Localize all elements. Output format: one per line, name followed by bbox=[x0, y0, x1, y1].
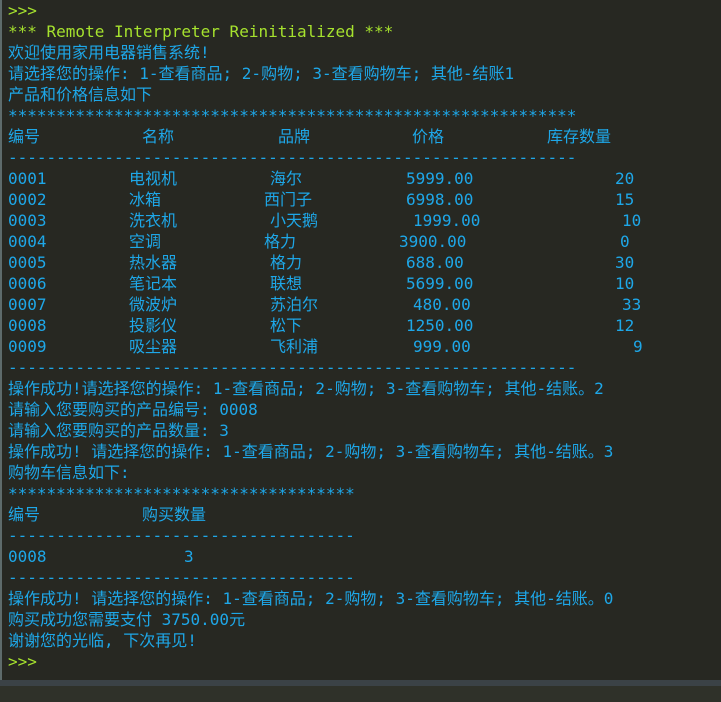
status-text: 操作成功! 请选择您的操作: 1-查看商品; 2-购物; 3-查看购物车; 其他… bbox=[8, 589, 614, 608]
product-stock: 0 bbox=[620, 232, 630, 251]
header-name: 名称 bbox=[142, 127, 175, 146]
cart-id: 0008 bbox=[8, 547, 47, 566]
product-price: 1999.00 bbox=[413, 211, 481, 230]
goodbye-text: 谢谢您的光临, 下次再见! bbox=[8, 631, 197, 650]
product-price: 480.00 bbox=[413, 295, 471, 314]
product-id: 0002 bbox=[8, 190, 47, 209]
product-id: 0005 bbox=[8, 253, 47, 272]
product-price: 999.00 bbox=[413, 337, 471, 356]
product-brand: 海尔 bbox=[270, 169, 303, 188]
product-stock: 33 bbox=[622, 295, 642, 314]
product-price: 6998.00 bbox=[406, 190, 474, 209]
product-id: 0004 bbox=[8, 232, 47, 251]
product-name: 吸尘器 bbox=[129, 337, 178, 356]
console-prompt-end[interactable]: >>> bbox=[8, 651, 37, 672]
product-id: 0006 bbox=[8, 274, 47, 293]
product-price: 688.00 bbox=[406, 253, 464, 272]
product-name: 冰箱 bbox=[129, 190, 162, 209]
horizontal-scrollbar[interactable] bbox=[0, 680, 721, 702]
status-text: 操作成功! 请选择您的操作: 1-查看商品; 2-购物; 3-查看购物车; 其他… bbox=[8, 442, 614, 461]
product-price: 5999.00 bbox=[406, 169, 474, 188]
reinit-banner: *** Remote Interpreter Reinitialized *** bbox=[8, 22, 394, 41]
dash-separator: ------------------------------------ bbox=[8, 568, 355, 587]
product-brand: 格力 bbox=[270, 253, 303, 272]
menu-text: 请选择您的操作: 1-查看商品; 2-购物; 3-查看购物车; 其他-结账1 bbox=[8, 64, 515, 83]
product-brand: 联想 bbox=[270, 274, 303, 293]
product-name: 电视机 bbox=[129, 169, 178, 188]
product-brand: 西门子 bbox=[264, 190, 313, 209]
dash-separator: ------------------------------------ bbox=[8, 526, 355, 545]
stars-separator: ****************************************… bbox=[8, 106, 577, 125]
product-intro: 产品和价格信息如下 bbox=[8, 85, 153, 104]
input-id-text: 请输入您要购买的产品编号: 0008 bbox=[8, 400, 258, 419]
welcome-text: 欢迎使用家用电器销售系统! bbox=[8, 43, 210, 62]
product-stock: 12 bbox=[615, 316, 635, 335]
dash-separator: ----------------------------------------… bbox=[8, 358, 577, 377]
product-name: 笔记本 bbox=[129, 274, 178, 293]
product-stock: 10 bbox=[615, 274, 635, 293]
cart-header-qty: 购买数量 bbox=[142, 505, 207, 524]
product-name: 空调 bbox=[129, 232, 162, 251]
product-id: 0007 bbox=[8, 295, 47, 314]
header-price: 价格 bbox=[412, 127, 445, 146]
stars-separator: ************************************ bbox=[8, 484, 355, 503]
product-price: 5699.00 bbox=[406, 274, 474, 293]
console-prompt: >>> bbox=[8, 1, 37, 20]
cart-header-id: 编号 bbox=[8, 505, 41, 524]
product-brand: 小天鹅 bbox=[270, 211, 319, 230]
product-name: 投影仪 bbox=[129, 316, 178, 335]
header-brand: 品牌 bbox=[278, 127, 311, 146]
product-price: 3900.00 bbox=[399, 232, 467, 251]
payment-text: 购买成功您需要支付 3750.00元 bbox=[8, 610, 246, 629]
product-stock: 20 bbox=[615, 169, 635, 188]
product-name: 洗衣机 bbox=[129, 211, 178, 230]
product-price: 1250.00 bbox=[406, 316, 474, 335]
product-brand: 松下 bbox=[270, 316, 303, 335]
product-brand: 飞利浦 bbox=[270, 337, 319, 356]
input-qty-text: 请输入您要购买的产品数量: 3 bbox=[8, 421, 229, 440]
console-output[interactable]: >>> *** Remote Interpreter Reinitialized… bbox=[0, 0, 721, 680]
product-id: 0001 bbox=[8, 169, 47, 188]
product-name: 微波炉 bbox=[129, 295, 178, 314]
cart-intro: 购物车信息如下: bbox=[8, 463, 130, 482]
product-name: 热水器 bbox=[129, 253, 178, 272]
product-id: 0008 bbox=[8, 316, 47, 335]
product-brand: 格力 bbox=[264, 232, 297, 251]
product-stock: 15 bbox=[615, 190, 635, 209]
status-text: 操作成功!请选择您的操作: 1-查看商品; 2-购物; 3-查看购物车; 其他-… bbox=[8, 379, 604, 398]
header-id: 编号 bbox=[8, 127, 41, 146]
product-brand: 苏泊尔 bbox=[270, 295, 319, 314]
product-stock: 30 bbox=[615, 253, 635, 272]
product-id: 0009 bbox=[8, 337, 47, 356]
dash-separator: ----------------------------------------… bbox=[8, 148, 577, 167]
product-id: 0003 bbox=[8, 211, 47, 230]
header-stock: 库存数量 bbox=[547, 127, 612, 146]
cart-qty: 3 bbox=[184, 547, 194, 566]
product-stock: 9 bbox=[633, 337, 643, 356]
product-stock: 10 bbox=[622, 211, 642, 230]
